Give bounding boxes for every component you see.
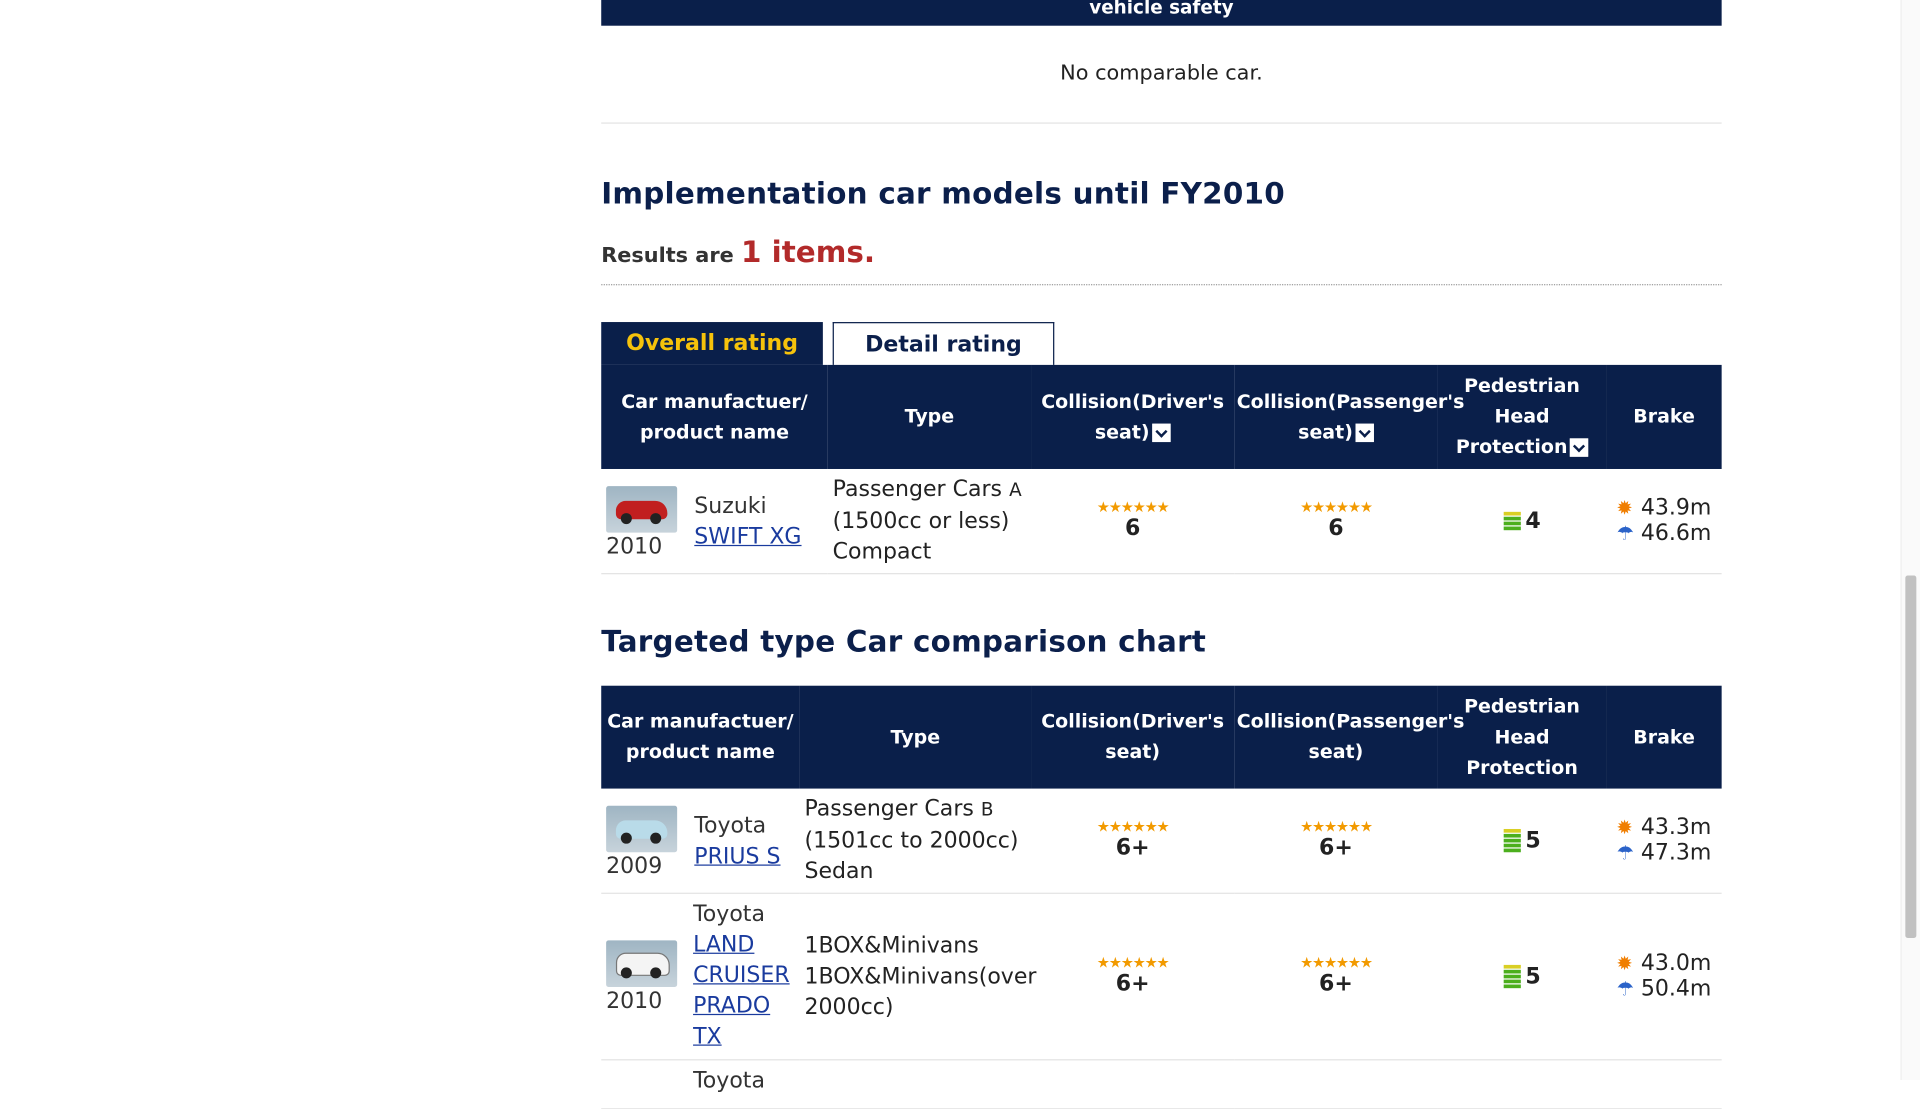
driver-rating: ★★★★★★ 6 — [1031, 468, 1235, 574]
star-icons: ★★★★★★ — [1096, 953, 1170, 972]
car-thumbnail[interactable] — [606, 939, 678, 987]
sun-icon: ✹ — [1616, 496, 1633, 520]
pedestrian-rating: 4 — [1437, 468, 1607, 574]
chevron-down-icon[interactable] — [1569, 438, 1589, 457]
col-brake: Brake — [1606, 685, 1722, 789]
col-car: Car manufactuer/product name — [601, 685, 800, 789]
car-name: Toyota LAND CRUISER PRADO TX — [693, 898, 790, 1051]
car-model-link[interactable]: LAND CRUISER PRADO TX — [693, 931, 790, 1049]
dotted-divider — [601, 284, 1722, 286]
car-name: Toyota PRIUS S — [694, 811, 780, 872]
col-passenger: Collision(Passenger's seat) — [1234, 364, 1464, 469]
brake-cell: ✹ 43.9m ☂ 46.6m — [1606, 468, 1722, 574]
section-header-label: vehicle safety — [1089, 0, 1234, 19]
car-name: Suzuki SWIFT XG — [694, 491, 801, 552]
brake-cell: ✹ 43.3m ☂ 47.3m — [1606, 788, 1722, 894]
section-header-bar: vehicle safety — [601, 0, 1722, 26]
table-header-row: Car manufactuer/product name Type Collis… — [601, 364, 1722, 469]
divider — [601, 122, 1722, 124]
col-car: Car manufactuer/product name — [601, 364, 828, 469]
brake-cell: ✹ 43.0m ☂ 50.4m — [1606, 892, 1722, 1060]
table-row: 2009 Toyota PRIUS S Passenger Cars B (15… — [601, 788, 1722, 894]
pedestrian-rating: 5 — [1437, 892, 1607, 1060]
umbrella-icon: ☂ — [1616, 521, 1634, 546]
results-count: 1 items. — [740, 235, 876, 270]
driver-rating: ★★★★★★ 6+ — [1031, 892, 1235, 1060]
type-cell: Passenger Cars B (1501cc to 2000cc) Seda… — [799, 788, 1032, 894]
car-year: 2009 — [606, 853, 663, 880]
passenger-rating: ★★★★★★ 6+ — [1234, 892, 1438, 1060]
tab-overall-rating[interactable]: Overall rating — [601, 322, 823, 365]
results-summary: Results are 1 items. — [601, 235, 875, 269]
sun-icon: ✹ — [1616, 815, 1633, 840]
results-prefix: Results are — [601, 243, 734, 269]
car-maker: Toyota — [694, 813, 767, 839]
passenger-rating: ★★★★★★ 6 — [1234, 468, 1438, 574]
car-year: 2010 — [606, 987, 663, 1014]
chevron-down-icon[interactable] — [1355, 423, 1374, 442]
bar-gauge-icon — [1503, 828, 1521, 853]
empty-message: No comparable car. — [1060, 61, 1263, 86]
sun-icon: ✹ — [1616, 951, 1633, 975]
implementation-title: Implementation car models until FY2010 — [601, 176, 1285, 211]
driver-rating: ★★★★★★ 6+ — [1031, 788, 1235, 894]
table-row: 2010 Suzuki SWIFT XG Passenger Cars A (1… — [601, 468, 1722, 574]
car-maker: Toyota — [693, 900, 765, 927]
star-icons: ★★★★★★ — [1096, 818, 1170, 836]
car-maker: Toyota — [693, 1067, 765, 1093]
car-cell: 2009 Toyota PRIUS S — [601, 788, 800, 894]
scrollbar-thumb[interactable] — [1905, 575, 1917, 938]
table-row: 2010 Toyota LAND CRUISER PRADO TX 1BOX&Mini… — [601, 892, 1722, 1060]
col-brake: Brake — [1606, 364, 1722, 469]
comparison-title: Targeted type Car comparison chart — [601, 624, 1207, 659]
car-cell: 2010 Suzuki SWIFT XG — [601, 468, 828, 574]
table-header-row: Car manufactuer/product name Type Collis… — [601, 685, 1722, 789]
star-icons: ★★★★★★ — [1300, 498, 1373, 516]
bar-gauge-icon — [1503, 964, 1521, 988]
col-passenger: Collision(Passenger's seat) — [1234, 685, 1464, 789]
col-type: Type — [799, 685, 1032, 789]
umbrella-icon: ☂ — [1616, 977, 1634, 1001]
bar-gauge-icon — [1503, 511, 1521, 532]
car-maker: Suzuki — [694, 493, 767, 520]
tab-detail-rating[interactable]: Detail rating — [832, 322, 1055, 365]
table-row: Toyota — [601, 1059, 1722, 1109]
car-thumbnail[interactable] — [606, 805, 678, 853]
star-icons: ★★★★★★ — [1096, 498, 1170, 516]
col-type: Type — [827, 364, 1032, 469]
type-cell: 1BOX&Minivans 1BOX&Minivans(over 2000cc) — [799, 892, 1036, 1060]
col-pedestrian: Pedestrian Head Protection — [1437, 364, 1607, 469]
car-year: 2010 — [606, 533, 663, 560]
passenger-rating: ★★★★★★ 6+ — [1234, 788, 1438, 894]
car-model-link[interactable]: PRIUS S — [694, 844, 780, 870]
pedestrian-rating: 5 — [1437, 788, 1607, 894]
implementation-table: Car manufactuer/product name Type Collis… — [601, 364, 1722, 574]
col-driver: Collision(Driver's seat) — [1031, 685, 1235, 789]
car-thumbnail[interactable] — [606, 486, 678, 533]
comparison-table: Car manufactuer/product name Type Collis… — [601, 685, 1722, 1109]
col-driver: Collision(Driver's seat) — [1031, 364, 1235, 469]
col-pedestrian: Pedestrian Head Protection — [1437, 685, 1607, 789]
umbrella-icon: ☂ — [1616, 841, 1634, 865]
star-icons: ★★★★★★ — [1300, 818, 1373, 836]
car-cell: 2010 Toyota LAND CRUISER PRADO TX — [601, 892, 800, 1060]
type-cell: Passenger Cars A (1500cc or less) Compac… — [827, 468, 1032, 574]
chevron-down-icon[interactable] — [1152, 423, 1171, 442]
star-icons: ★★★★★★ — [1300, 953, 1373, 972]
car-cell: Toyota — [601, 1059, 800, 1109]
car-model-link[interactable]: SWIFT XG — [694, 524, 801, 550]
